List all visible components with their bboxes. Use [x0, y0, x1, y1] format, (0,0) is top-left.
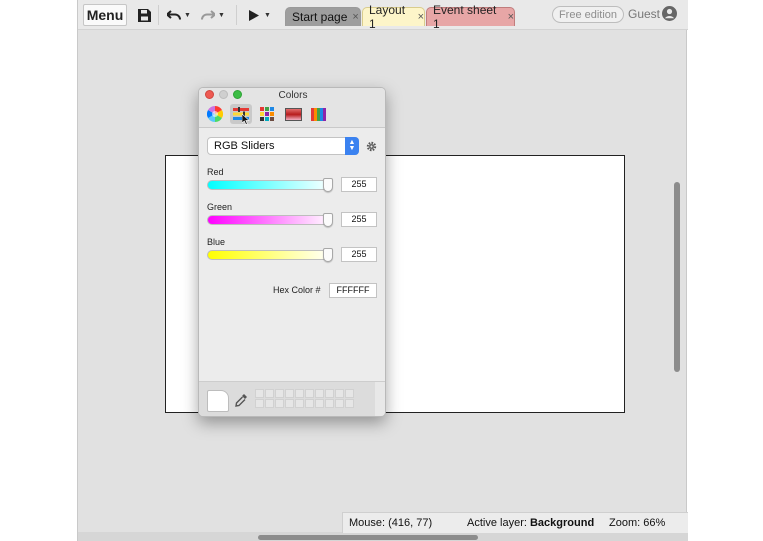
eyedropper-button[interactable]: [235, 393, 248, 412]
redo-button[interactable]: ▼: [198, 4, 228, 26]
red-slider-label: Red: [207, 167, 224, 177]
save-button[interactable]: [134, 4, 154, 26]
zoom-readout: Zoom: 66%: [609, 517, 666, 529]
chevron-up-down-icon[interactable]: ▲ ▼: [345, 137, 359, 155]
horizontal-scrollbar-thumb[interactable]: [258, 535, 478, 540]
image-spectrum-icon: [284, 107, 302, 121]
saved-color-cell[interactable]: [305, 389, 314, 398]
blue-slider-knob[interactable]: [323, 248, 333, 262]
blue-value-field[interactable]: 255: [341, 247, 377, 262]
blue-slider[interactable]: [207, 250, 333, 260]
saved-color-cell[interactable]: [295, 399, 304, 408]
guest-label[interactable]: Guest: [628, 7, 660, 21]
vertical-scrollbar-thumb[interactable]: [674, 182, 680, 372]
color-picker-mode-select[interactable]: RGB Sliders ▲ ▼: [207, 137, 359, 155]
redo-dropdown-caret[interactable]: ▼: [218, 12, 225, 19]
saved-color-cell[interactable]: [255, 399, 264, 408]
preview-button[interactable]: ▼: [244, 4, 276, 26]
red-slider-knob[interactable]: [323, 178, 333, 192]
saved-color-cell[interactable]: [325, 389, 334, 398]
save-icon: [137, 8, 151, 22]
saved-color-cell[interactable]: [255, 389, 264, 398]
saved-color-cell[interactable]: [295, 389, 304, 398]
current-color-swatch[interactable]: [207, 390, 229, 412]
color-palettes-mode-button[interactable]: [256, 104, 278, 124]
tab-close-icon[interactable]: ×: [508, 11, 514, 23]
slider-options-button[interactable]: [366, 139, 377, 157]
saved-color-cell[interactable]: [315, 389, 324, 398]
green-slider[interactable]: [207, 215, 333, 225]
saved-color-cell[interactable]: [305, 399, 314, 408]
color-wheel-mode-button[interactable]: [204, 104, 226, 124]
tab-layout-1[interactable]: Layout 1 ×: [362, 3, 425, 31]
undo-dropdown-caret[interactable]: ▼: [184, 12, 191, 19]
tab-close-icon[interactable]: ×: [352, 11, 358, 23]
saved-color-cell[interactable]: [285, 399, 294, 408]
saved-color-cell[interactable]: [335, 389, 344, 398]
status-bar: Mouse: (416, 77) Active layer: Backgroun…: [342, 512, 688, 533]
saved-colors-grid[interactable]: [255, 389, 354, 408]
redo-icon: [201, 9, 216, 20]
saved-color-cell[interactable]: [285, 389, 294, 398]
color-panel-footer: [199, 381, 385, 416]
colors-panel-title: Colors: [278, 90, 308, 101]
image-palettes-mode-button[interactable]: [282, 104, 304, 124]
saved-color-cell[interactable]: [265, 389, 274, 398]
blue-slider-label: Blue: [207, 237, 226, 247]
color-sliders-mode-button[interactable]: [230, 104, 252, 125]
mouse-position-readout: Mouse: (416, 77): [349, 517, 433, 529]
saved-color-cell[interactable]: [275, 389, 284, 398]
active-layer-readout: Active layer: Background: [467, 517, 594, 529]
green-slider-label: Green: [207, 202, 233, 212]
toolbar-separator: [236, 5, 237, 25]
saved-color-cell[interactable]: [325, 399, 334, 408]
saved-color-cell[interactable]: [275, 399, 284, 408]
saved-color-cell[interactable]: [335, 399, 344, 408]
mouse-cursor-icon: [242, 114, 250, 125]
menu-button[interactable]: Menu: [83, 4, 127, 26]
swatch-scrollbar[interactable]: [375, 382, 385, 416]
colors-panel: Colors RGB Sliders ▲ ▼ Red 255 Green 255…: [198, 87, 386, 417]
tab-start-page[interactable]: Start page ×: [285, 7, 361, 26]
hex-color-label: Hex Color #: [273, 285, 321, 295]
toolbar-separator: [158, 5, 159, 25]
red-value-field[interactable]: 255: [341, 177, 377, 192]
undo-button[interactable]: ▼: [165, 4, 193, 26]
eyedropper-icon: [235, 394, 247, 407]
tab-label: Start page: [292, 10, 348, 24]
undo-icon: [167, 9, 182, 20]
user-account-icon[interactable]: [662, 6, 677, 26]
hex-color-field[interactable]: FFFFFF: [329, 283, 377, 298]
play-icon: [249, 9, 260, 21]
green-slider-knob[interactable]: [323, 213, 333, 227]
picker-mode-value: RGB Sliders: [214, 140, 275, 152]
green-value-field[interactable]: 255: [341, 212, 377, 227]
saved-color-cell[interactable]: [265, 399, 274, 408]
pencils-mode-button[interactable]: [308, 104, 330, 124]
saved-color-cell[interactable]: [315, 399, 324, 408]
color-wheel-icon: [207, 106, 223, 122]
colors-panel-titlebar[interactable]: Colors: [199, 88, 385, 128]
palette-grid-icon: [259, 106, 274, 121]
free-edition-badge[interactable]: Free edition: [552, 6, 624, 23]
preview-dropdown-caret[interactable]: ▼: [264, 12, 271, 19]
saved-color-cell[interactable]: [345, 399, 354, 408]
red-slider[interactable]: [207, 180, 333, 190]
active-layer-value: Background: [529, 517, 595, 529]
active-layer-label: Active layer:: [467, 517, 527, 529]
gear-icon: [366, 141, 377, 152]
tab-label: Event sheet 1: [433, 3, 497, 31]
main-toolbar: Menu ▼ ▼ ▼ Start page × Layout 1 × Event…: [78, 0, 688, 31]
tab-close-icon[interactable]: ×: [418, 11, 424, 23]
pencils-icon: [311, 107, 326, 121]
tab-event-sheet-1[interactable]: Event sheet 1 ×: [426, 3, 515, 31]
tab-label: Layout 1: [369, 3, 406, 31]
saved-color-cell[interactable]: [345, 389, 354, 398]
